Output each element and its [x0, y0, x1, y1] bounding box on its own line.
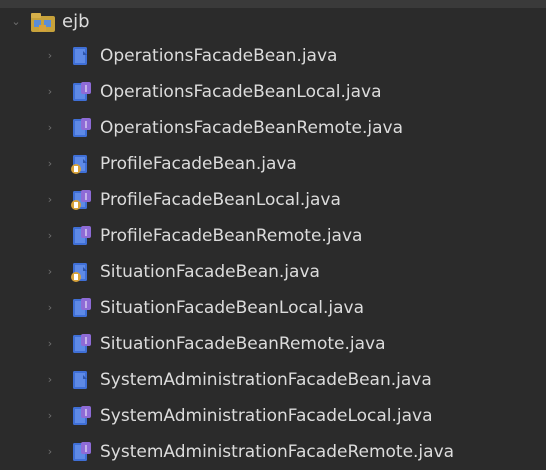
- file-row[interactable]: › I ProfileFacadeBeanLocal.java: [0, 187, 546, 214]
- java-interface-file-icon: I: [70, 225, 92, 247]
- file-row[interactable]: › I SituationFacadeBeanRemote.java: [0, 331, 546, 358]
- java-interface-file-icon: I: [70, 405, 92, 427]
- svg-text:I: I: [85, 336, 88, 347]
- chevron-right-icon[interactable]: ›: [44, 230, 56, 242]
- svg-text:I: I: [85, 300, 88, 311]
- chevron-right-icon[interactable]: ›: [44, 266, 56, 278]
- top-divider: [0, 0, 546, 8]
- file-label: OperationsFacadeBean.java: [100, 46, 338, 66]
- file-label: ProfileFacadeBeanRemote.java: [100, 226, 363, 246]
- chevron-right-icon[interactable]: ›: [44, 338, 56, 350]
- java-class-file-icon: [70, 261, 92, 283]
- file-row[interactable]: › I SystemAdministrationFacadeLocal.java: [0, 403, 546, 430]
- java-interface-file-icon: I: [70, 333, 92, 355]
- file-row[interactable]: › SystemAdministrationFacadeBean.java: [0, 367, 546, 394]
- file-label: SituationFacadeBeanRemote.java: [100, 334, 386, 354]
- file-label: OperationsFacadeBeanLocal.java: [100, 82, 382, 102]
- file-row[interactable]: › SituationFacadeBean.java: [0, 259, 546, 286]
- java-interface-file-icon: I: [70, 441, 92, 463]
- package-explorer-tree: ⌄ ejb › OperationsFacadeBean.java › I Oper…: [0, 0, 546, 470]
- svg-text:I: I: [85, 120, 88, 131]
- file-row[interactable]: › ProfileFacadeBean.java: [0, 151, 546, 178]
- chevron-right-icon[interactable]: ›: [44, 374, 56, 386]
- file-label: SystemAdministrationFacadeBean.java: [100, 370, 432, 390]
- file-label: SystemAdministrationFacadeRemote.java: [100, 442, 455, 462]
- file-label: ProfileFacadeBeanLocal.java: [100, 190, 341, 210]
- chevron-right-icon[interactable]: ›: [44, 446, 56, 458]
- svg-text:I: I: [85, 192, 88, 203]
- file-label: SystemAdministrationFacadeLocal.java: [100, 406, 433, 426]
- chevron-right-icon[interactable]: ›: [44, 302, 56, 314]
- chevron-right-icon[interactable]: ›: [44, 122, 56, 134]
- chevron-right-icon[interactable]: ›: [44, 86, 56, 98]
- chevron-down-icon[interactable]: ⌄: [10, 16, 22, 28]
- svg-text:I: I: [85, 84, 88, 95]
- file-label: SituationFacadeBean.java: [100, 262, 320, 282]
- file-row[interactable]: › I SystemAdministrationFacadeRemote.java: [0, 439, 546, 466]
- package-folder-icon: [31, 13, 55, 32]
- chevron-right-icon[interactable]: ›: [44, 410, 56, 422]
- file-label: OperationsFacadeBeanRemote.java: [100, 118, 404, 138]
- package-row-ejb[interactable]: ⌄ ejb: [0, 8, 546, 35]
- java-interface-file-icon: I: [70, 297, 92, 319]
- java-interface-file-icon: I: [70, 81, 92, 103]
- file-row[interactable]: › I SituationFacadeBeanLocal.java: [0, 295, 546, 322]
- java-interface-file-icon: I: [70, 189, 92, 211]
- file-row[interactable]: › I ProfileFacadeBeanRemote.java: [0, 223, 546, 250]
- java-class-file-icon: [70, 153, 92, 175]
- file-label: ProfileFacadeBean.java: [100, 154, 297, 174]
- java-class-file-icon: [70, 45, 92, 67]
- package-label: ejb: [62, 11, 90, 32]
- file-row[interactable]: › OperationsFacadeBean.java: [0, 43, 546, 70]
- file-row[interactable]: › I OperationsFacadeBeanLocal.java: [0, 79, 546, 106]
- svg-text:I: I: [85, 408, 88, 419]
- chevron-right-icon[interactable]: ›: [44, 158, 56, 170]
- java-interface-file-icon: I: [70, 117, 92, 139]
- svg-text:I: I: [85, 228, 88, 239]
- file-label: SituationFacadeBeanLocal.java: [100, 298, 364, 318]
- chevron-right-icon[interactable]: ›: [44, 194, 56, 206]
- file-row[interactable]: › I OperationsFacadeBeanRemote.java: [0, 115, 546, 142]
- java-class-file-icon: [70, 369, 92, 391]
- chevron-right-icon[interactable]: ›: [44, 50, 56, 62]
- svg-text:I: I: [85, 444, 88, 455]
